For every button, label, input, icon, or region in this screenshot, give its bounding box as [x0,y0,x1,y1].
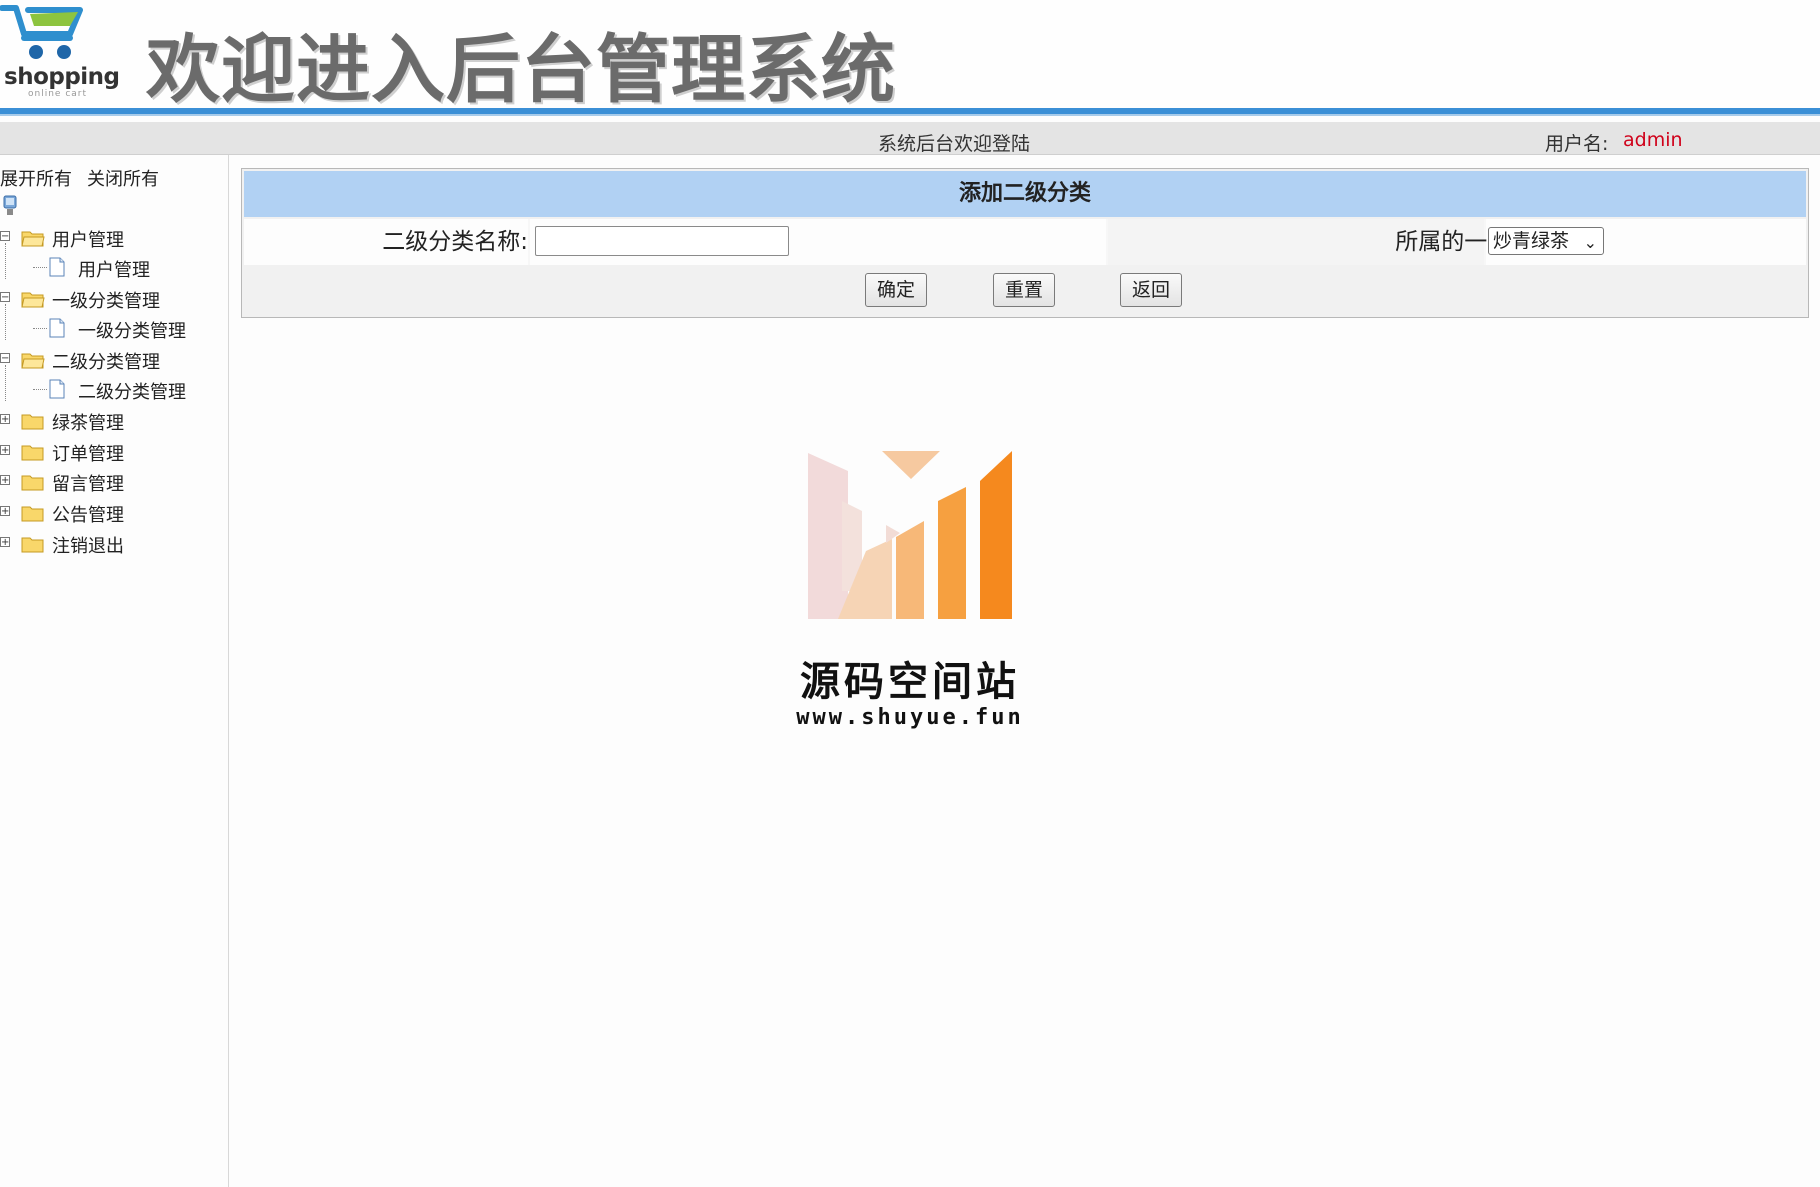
folder-open-icon [21,231,45,247]
tree-group-logout[interactable]: + 注销退出 [0,531,228,557]
back-button[interactable]: 返回 [1120,273,1182,307]
tree-group-notices[interactable]: + 公告管理 [0,500,228,526]
folder-open-icon [21,292,45,308]
page-icon [49,379,65,399]
tree-group-category2[interactable]: − 二级分类管理 [0,347,228,373]
parent-category-select[interactable]: 炒青绿茶 ⌄ [1488,227,1604,255]
tree-group-label[interactable]: 订单管理 [50,440,126,466]
computer-icon [3,195,17,215]
folder-icon [21,506,44,522]
tree-group-label[interactable]: 公告管理 [50,501,126,527]
sidebar-tree: 展开所有 关闭所有 − 用户管理 用户管理 − 一级分类管理 一级分类管理 − … [0,155,229,1187]
logo-tagline: online cart [28,89,88,99]
shopping-cart-logo: shopping online cart [0,0,120,106]
tree-group-users[interactable]: − 用户管理 [0,225,228,251]
subcategory-name-input[interactable] [535,226,789,256]
collapse-all-link[interactable]: 关闭所有 [87,165,159,191]
tree-group-label[interactable]: 绿茶管理 [50,409,126,435]
expand-toggle-icon[interactable]: + [0,475,10,486]
folder-icon [21,445,44,461]
tree-item-label[interactable]: 用户管理 [76,256,152,282]
collapse-toggle-icon[interactable]: − [0,292,10,303]
welcome-text: 系统后台欢迎登陆 [878,133,1031,155]
tree-group-label[interactable]: 二级分类管理 [50,348,162,374]
tree-group-label[interactable]: 一级分类管理 [50,287,162,313]
collapse-toggle-icon[interactable]: − [0,231,10,242]
confirm-button[interactable]: 确定 [865,273,927,307]
expand-toggle-icon[interactable]: + [0,537,10,548]
folder-icon [21,414,44,430]
page-icon [49,318,65,338]
reset-button[interactable]: 重置 [993,273,1055,307]
cart-icon [0,5,83,59]
tree-group-label[interactable]: 注销退出 [50,532,126,558]
username-label: 用户名: [1545,133,1609,155]
watermark-url: www.shuyue.fun [796,705,1024,730]
form-row: 二级分类名称: 所属的一级分类: 炒青绿茶 ⌄ [244,219,1806,265]
page-icon [49,257,65,277]
expand-toggle-icon[interactable]: + [0,445,10,456]
status-bar: 系统后台欢迎登陆 用户名: admin [0,122,1820,155]
expand-toggle-icon[interactable]: + [0,506,10,517]
tree-item-users[interactable]: 用户管理 [0,255,228,281]
tree-group-orders[interactable]: + 订单管理 [0,439,228,465]
tree-group-category1[interactable]: − 一级分类管理 [0,286,228,312]
header: shopping online cart 欢迎进入后台管理系统 [0,0,1820,113]
form-title: 添加二级分类 [244,171,1806,217]
tree-item-label[interactable]: 二级分类管理 [76,378,188,404]
tree-item-category1[interactable]: 一级分类管理 [0,316,228,342]
header-divider [0,108,1820,116]
folder-open-icon [21,353,45,369]
parent-category-selected: 炒青绿茶 [1493,230,1570,252]
expand-all-link[interactable]: 展开所有 [0,165,72,191]
watermark-title: 源码空间站 [800,659,1020,705]
tree-group-messages[interactable]: + 留言管理 [0,469,228,495]
collapse-toggle-icon[interactable]: − [0,353,10,364]
tree-group-greentea[interactable]: + 绿茶管理 [0,408,228,434]
tree-item-label[interactable]: 一级分类管理 [76,317,188,343]
logo-wordmark: shopping [4,64,120,90]
tree-group-label[interactable]: 留言管理 [50,470,126,496]
folder-icon [21,537,44,553]
watermark-logo [808,451,1012,619]
folder-icon [21,475,44,491]
username-value: admin [1623,129,1683,151]
add-subcategory-form: 添加二级分类 二级分类名称: 所属的一级分类: 炒青绿茶 ⌄ 确定 重置 返回 [241,168,1809,318]
tree-group-label[interactable]: 用户管理 [50,226,126,252]
tree-item-category2[interactable]: 二级分类管理 [0,377,228,403]
expand-toggle-icon[interactable]: + [0,414,10,425]
chevron-down-icon: ⌄ [1583,233,1597,252]
subcategory-name-label: 二级分类名称: [382,229,528,255]
page-title: 欢迎进入后台管理系统 [146,27,896,113]
